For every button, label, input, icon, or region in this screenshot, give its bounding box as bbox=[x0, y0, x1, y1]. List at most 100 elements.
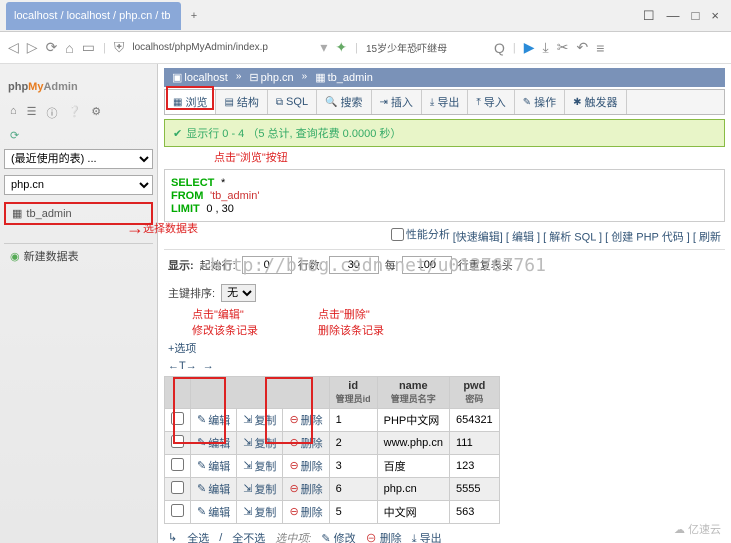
delete-icon: ⊖ bbox=[366, 533, 377, 543]
export-selected-button[interactable]: ⤓ 导出 bbox=[412, 530, 442, 543]
tabs-icon[interactable]: ▭ bbox=[82, 39, 95, 56]
minimize-icon[interactable]: — bbox=[667, 8, 680, 24]
undo-icon[interactable]: ↶ bbox=[576, 39, 588, 56]
delete-button[interactable]: ⊖删除 bbox=[283, 477, 329, 500]
th-checkbox bbox=[165, 376, 191, 408]
start-row-input[interactable] bbox=[242, 256, 292, 274]
settings-icon[interactable]: ⚙ bbox=[91, 105, 101, 121]
export-icon: ⤓ bbox=[430, 97, 434, 108]
close-icon[interactable]: × bbox=[711, 8, 719, 24]
maximize-icon[interactable]: □ bbox=[692, 8, 700, 24]
content-tabs: ▦浏览 ▤结构 ⧉SQL 🔍搜索 ⇥插入 ⤓导出 ⤒导入 ✎操作 ✱触发器 bbox=[164, 89, 725, 115]
sidebar-table-tb_admin[interactable]: ▦ tb_admin bbox=[4, 202, 153, 225]
delete-selected-button[interactable]: ⊖ 删除 bbox=[366, 530, 402, 543]
select-all-link[interactable]: 全选 bbox=[187, 530, 209, 543]
recent-tables-select[interactable]: (最近使用的表) ... bbox=[4, 149, 153, 169]
repeat-header-input[interactable] bbox=[402, 256, 452, 274]
row-checkbox[interactable] bbox=[171, 481, 184, 494]
delete-button[interactable]: ⊖删除 bbox=[283, 500, 329, 523]
url-bar[interactable]: localhost/phpMyAdmin/index.p bbox=[132, 42, 312, 53]
docs-icon[interactable]: ❔ bbox=[68, 105, 82, 121]
profiling-checkbox[interactable]: 性能分析 bbox=[391, 226, 450, 242]
database-select[interactable]: php.cn bbox=[4, 175, 153, 195]
num-rows-input[interactable] bbox=[329, 256, 379, 274]
add-icon: ◉ bbox=[10, 250, 20, 263]
bookmark-icon[interactable]: ☐ bbox=[643, 8, 655, 24]
delete-button[interactable]: ⊖删除 bbox=[283, 431, 329, 454]
tab-export[interactable]: ⤓导出 bbox=[422, 90, 468, 114]
tab-insert[interactable]: ⇥插入 bbox=[372, 90, 422, 114]
copy-icon: ⇲ bbox=[243, 482, 252, 495]
cell-name: PHP中文网 bbox=[377, 408, 449, 431]
new-tab-button[interactable]: + bbox=[181, 3, 207, 29]
sort-select[interactable]: 无 bbox=[221, 284, 256, 302]
copy-button[interactable]: ⇲复制 bbox=[237, 500, 283, 523]
edit-button[interactable]: ✎编辑 bbox=[191, 454, 237, 477]
th-name[interactable]: name管理员名字 bbox=[377, 376, 449, 408]
perf-links[interactable]: [快速编辑] [ 编辑 ] [ 解析 SQL ] [ 创建 PHP 代码 ] [… bbox=[453, 232, 721, 244]
delete-icon: ⊖ bbox=[289, 482, 298, 495]
menu-icon[interactable]: ≡ bbox=[596, 40, 604, 56]
search-box[interactable]: 15岁少年恐吓继母 bbox=[366, 40, 486, 55]
delete-icon: ⊖ bbox=[289, 436, 298, 449]
row-checkbox[interactable] bbox=[171, 458, 184, 471]
sidebar: phpMyAdmin ⌂ ☰ ⓘ ❔ ⚙ ⟳ (最近使用的表) ... php.… bbox=[0, 64, 158, 543]
back-icon[interactable]: ◁ bbox=[8, 39, 19, 56]
th-id[interactable]: id管理员id bbox=[329, 376, 377, 408]
tab-sql[interactable]: ⧉SQL bbox=[268, 90, 317, 114]
reload-icon[interactable]: ⟳ bbox=[46, 39, 58, 56]
row-checkbox[interactable] bbox=[171, 504, 184, 517]
edit-button[interactable]: ✎编辑 bbox=[191, 431, 237, 454]
copy-button[interactable]: ⇲复制 bbox=[237, 477, 283, 500]
select-none-link[interactable]: 全不选 bbox=[232, 530, 265, 543]
delete-button[interactable]: ⊖删除 bbox=[283, 454, 329, 477]
first-icon[interactable]: ←T→ bbox=[168, 360, 197, 372]
edit-button[interactable]: ✎编辑 bbox=[191, 500, 237, 523]
info-icon[interactable]: ⓘ bbox=[47, 105, 58, 121]
tab-browse[interactable]: ▦浏览 bbox=[165, 90, 216, 114]
operations-icon: ✎ bbox=[523, 97, 531, 108]
import-icon: ⤒ bbox=[476, 97, 480, 108]
dropdown-icon[interactable]: ▾ bbox=[320, 39, 327, 56]
export-icon: ⤓ bbox=[412, 533, 417, 543]
prev-icon[interactable]: → bbox=[203, 360, 214, 372]
edit-button[interactable]: ✎编辑 bbox=[191, 408, 237, 431]
home-icon[interactable]: ⌂ bbox=[10, 105, 17, 121]
row-checkbox[interactable] bbox=[171, 412, 184, 425]
crumb-db[interactable]: ⊟ php.cn bbox=[249, 71, 293, 84]
edit-selected-button[interactable]: ✎ 修改 bbox=[321, 530, 355, 543]
tab-structure[interactable]: ▤结构 bbox=[216, 90, 267, 114]
success-message: ✔ 显示行 0 - 4 （5 总计, 查询花费 0.0000 秒） bbox=[164, 119, 725, 147]
options-link[interactable]: +选项 bbox=[164, 338, 725, 358]
star-icon[interactable]: ✦ bbox=[335, 39, 347, 56]
tab-import[interactable]: ⤒导入 bbox=[468, 90, 514, 114]
crumb-table[interactable]: ▦ tb_admin bbox=[315, 71, 373, 84]
refresh-icon[interactable]: ⟳ bbox=[10, 130, 19, 142]
tab-operations[interactable]: ✎操作 bbox=[515, 90, 565, 114]
play-icon[interactable]: ▶ bbox=[524, 39, 535, 56]
copy-button[interactable]: ⇲复制 bbox=[237, 408, 283, 431]
copy-button[interactable]: ⇲复制 bbox=[237, 431, 283, 454]
row-checkbox[interactable] bbox=[171, 435, 184, 448]
cell-pwd: 563 bbox=[449, 500, 499, 523]
th-pwd[interactable]: pwd密码 bbox=[449, 376, 499, 408]
edit-button[interactable]: ✎编辑 bbox=[191, 477, 237, 500]
forward-icon[interactable]: ▷ bbox=[27, 39, 38, 56]
cut-icon[interactable]: ✂ bbox=[557, 39, 569, 56]
new-table-button[interactable]: ◉ 新建数据表 bbox=[4, 243, 153, 268]
cell-id: 3 bbox=[329, 454, 377, 477]
cell-pwd: 654321 bbox=[449, 408, 499, 431]
download-icon[interactable]: ⤓ bbox=[543, 39, 549, 56]
sql-query-box: SELECT * FROM 'tb_admin' LIMIT 0 , 30 bbox=[164, 169, 725, 222]
breadcrumb: ▣ localhost» ⊟ php.cn» ▦ tb_admin bbox=[164, 68, 725, 87]
browser-tab[interactable]: localhost / localhost / php.cn / tb bbox=[6, 2, 181, 30]
home-icon[interactable]: ⌂ bbox=[65, 40, 73, 56]
sql-icon[interactable]: ☰ bbox=[27, 105, 37, 121]
tab-triggers[interactable]: ✱触发器 bbox=[565, 90, 626, 114]
copy-icon: ⇲ bbox=[243, 436, 252, 449]
crumb-server[interactable]: ▣ localhost bbox=[172, 71, 228, 84]
search-icon[interactable]: Q bbox=[494, 40, 505, 56]
tab-search[interactable]: 🔍搜索 bbox=[317, 90, 371, 114]
copy-button[interactable]: ⇲复制 bbox=[237, 454, 283, 477]
delete-button[interactable]: ⊖删除 bbox=[283, 408, 329, 431]
